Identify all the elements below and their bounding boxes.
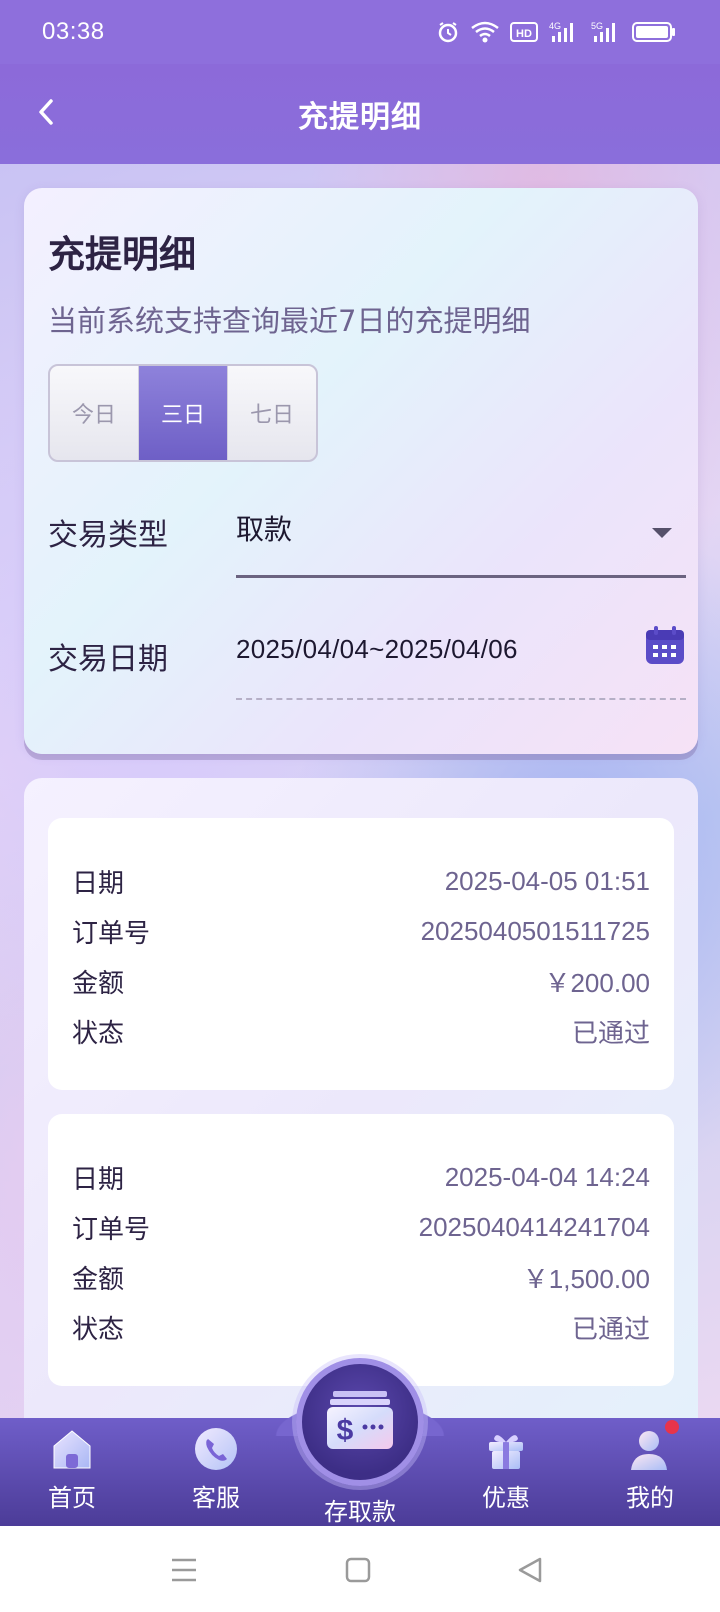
record-status-row: 状态 已通过: [72, 1006, 650, 1056]
svg-text:HD: HD: [516, 28, 532, 40]
svg-text:5G: 5G: [591, 21, 603, 31]
range-seven-days-button[interactable]: 七日: [228, 366, 316, 460]
nav-deposit-withdraw-label: 存取款: [324, 1498, 396, 1526]
hd-icon: HD: [510, 21, 538, 43]
nav-promotions[interactable]: 优惠: [446, 1426, 566, 1520]
svg-text:4G: 4G: [549, 21, 561, 31]
notification-badge: [665, 1420, 679, 1434]
gift-icon: [483, 1426, 529, 1472]
dropdown-arrow-icon: [652, 528, 672, 538]
record-order-row: 订单号 2025040501511725: [72, 906, 650, 956]
system-nav-bar: [0, 1526, 720, 1612]
filter-card: 充提明细 当前系统支持查询最近7日的充提明细 今日 三日 七日 交易类型 取款 …: [24, 188, 698, 754]
menu-icon[interactable]: [166, 1552, 202, 1588]
battery-icon: [632, 21, 676, 43]
status-time: 03:38: [42, 18, 105, 45]
records-list: 日期 2025-04-05 01:51 订单号 2025040501511725…: [24, 778, 698, 1438]
record-amount-label: 金额: [72, 1264, 125, 1295]
alarm-icon: [436, 20, 460, 44]
record-amount-value: ￥1,500.00: [522, 1263, 650, 1294]
record-status-label: 状态: [72, 1314, 125, 1345]
record-amount-row: 金额 ￥200.00: [72, 956, 650, 1006]
page-title: 充提明细: [298, 100, 422, 135]
record-card[interactable]: 日期 2025-04-04 14:24 订单号 2025040414241704…: [48, 1114, 674, 1386]
wifi-icon: [470, 20, 500, 44]
transaction-type-label: 交易类型: [48, 518, 168, 553]
nav-home[interactable]: 首页: [12, 1426, 132, 1520]
card-title: 充提明细: [48, 233, 196, 276]
range-three-days-button[interactable]: 三日: [139, 366, 228, 460]
nav-profile-label: 我的: [626, 1484, 674, 1512]
date-range-segmented-control: 今日 三日 七日: [48, 364, 318, 462]
transaction-date-value: 2025/04/04~2025/04/06: [236, 634, 518, 664]
nav-deposit-withdraw[interactable]: $: [296, 1358, 424, 1486]
back-button[interactable]: [22, 90, 70, 138]
record-card[interactable]: 日期 2025-04-05 01:51 订单号 2025040501511725…: [48, 818, 674, 1090]
nav-promotions-label: 优惠: [482, 1484, 530, 1512]
svg-text:$: $: [337, 1414, 354, 1447]
status-bar: 03:38 HD 4G 5G: [0, 0, 720, 64]
home-square-icon[interactable]: [340, 1552, 376, 1588]
nav-service-label: 客服: [192, 1484, 240, 1512]
calendar-icon[interactable]: [644, 624, 686, 666]
transaction-type-value: 取款: [236, 513, 293, 546]
home-icon: [49, 1426, 95, 1472]
record-date-row: 日期 2025-04-04 14:24: [72, 1152, 650, 1202]
record-order-value: 2025040414241704: [418, 1211, 650, 1242]
record-order-label: 订单号: [72, 1214, 151, 1245]
record-amount-label: 金额: [72, 968, 125, 999]
transaction-type-row: 交易类型 取款: [48, 492, 686, 584]
transaction-date-row: 交易日期 2025/04/04~2025/04/06: [48, 614, 686, 706]
record-status-label: 状态: [72, 1018, 125, 1049]
wallet-dollar-icon: $: [325, 1389, 395, 1455]
signal-4g-icon: 4G: [548, 20, 580, 44]
range-today-button[interactable]: 今日: [50, 366, 139, 460]
record-date-value: 2025-04-05 01:51: [444, 865, 650, 896]
record-date-row: 日期 2025-04-05 01:51: [72, 856, 650, 906]
chevron-left-icon: [34, 97, 58, 131]
status-icons: HD 4G 5G: [436, 20, 676, 44]
record-order-row: 订单号 2025040414241704: [72, 1202, 650, 1252]
transaction-date-label: 交易日期: [48, 642, 168, 677]
signal-5g-icon: 5G: [590, 20, 622, 44]
record-status-value: 已通过: [571, 1313, 650, 1344]
record-status-row: 状态 已通过: [72, 1302, 650, 1352]
record-order-label: 订单号: [72, 918, 151, 949]
record-date-label: 日期: [72, 1164, 125, 1195]
transaction-type-select[interactable]: 取款: [236, 492, 686, 578]
transaction-date-field[interactable]: 2025/04/04~2025/04/06: [236, 614, 686, 700]
record-order-value: 2025040501511725: [420, 915, 650, 946]
record-status-value: 已通过: [571, 1017, 650, 1048]
nav-service[interactable]: 客服: [156, 1426, 276, 1520]
nav-profile[interactable]: 我的: [590, 1420, 710, 1520]
record-amount-value: ￥200.00: [544, 967, 650, 998]
record-amount-row: 金额 ￥1,500.00: [72, 1252, 650, 1302]
nav-home-label: 首页: [48, 1484, 96, 1512]
back-triangle-icon[interactable]: [512, 1552, 548, 1588]
card-subtitle: 当前系统支持查询最近7日的充提明细: [48, 304, 531, 338]
record-date-label: 日期: [72, 868, 125, 899]
record-date-value: 2025-04-04 14:24: [444, 1161, 650, 1192]
phone-icon: [193, 1426, 239, 1472]
user-icon: [627, 1420, 679, 1472]
app-header: 充提明细: [0, 64, 720, 164]
